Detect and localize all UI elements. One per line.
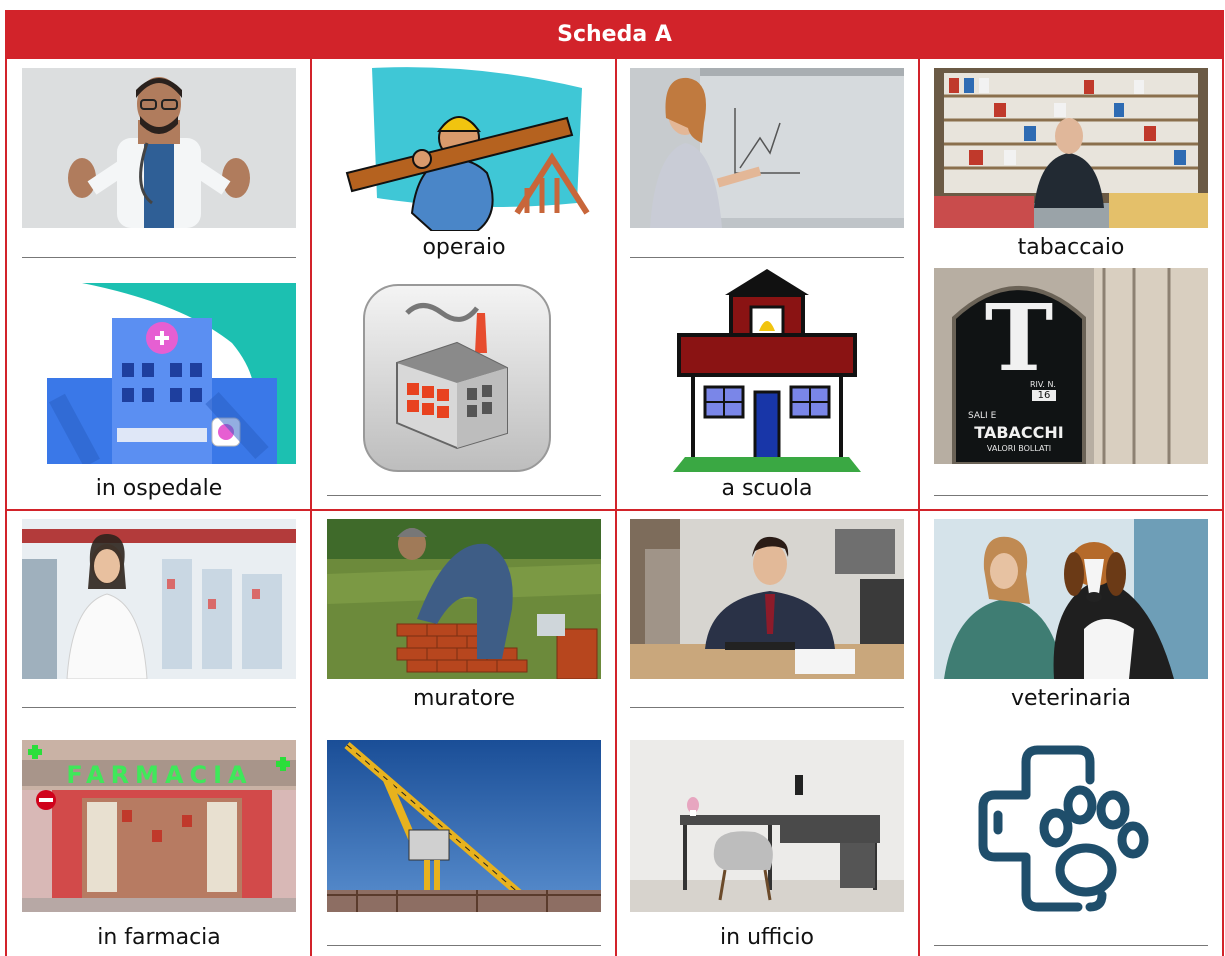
sign-valori: VALORI BOLLATI — [986, 444, 1052, 453]
grid-divider-1 — [310, 59, 312, 956]
grid-border-right — [1222, 59, 1224, 956]
pharmacist-photo — [22, 519, 296, 679]
answer-line — [934, 495, 1208, 496]
answer-line — [22, 707, 296, 708]
office-room-photo — [630, 740, 904, 912]
hospital-clipart — [22, 283, 296, 464]
worksheet: Scheda A operaio tabaccaio in ospedale a… — [5, 10, 1225, 956]
crane-photo — [327, 740, 601, 912]
caption-operaio: operaio — [422, 235, 506, 260]
answer-line — [630, 707, 904, 708]
sheet-header: Scheda A — [5, 10, 1224, 59]
caption-farmacia: in farmacia — [97, 925, 221, 950]
bricklayer-photo — [327, 519, 601, 679]
sign-tabacchi: TABACCHI — [974, 423, 1064, 442]
office-worker-photo — [630, 519, 904, 679]
factory-icon — [362, 283, 552, 473]
sheet-title: Scheda A — [557, 22, 672, 47]
answer-line — [327, 495, 601, 496]
pharmacy-storefront-photo: FARMACIA — [22, 740, 296, 912]
sign-riv-label: RIV. N. — [1030, 380, 1056, 389]
grid-divider-2 — [615, 59, 617, 956]
vet-cross-paw-icon — [968, 735, 1158, 925]
sign-sali: SALI E — [968, 411, 997, 421]
caption-muratore: muratore — [412, 686, 516, 711]
doctor-photo — [22, 68, 296, 228]
sign-letter: T — [984, 284, 1054, 392]
answer-line — [22, 257, 296, 258]
caption-tabaccaio: tabaccaio — [1017, 235, 1125, 260]
tobacconist-photo — [934, 68, 1208, 228]
vet-photo — [934, 519, 1208, 679]
answer-line — [934, 945, 1208, 946]
farmacia-sign: FARMACIA — [66, 761, 253, 789]
grid-border-left — [5, 59, 7, 956]
worker-clipart — [327, 63, 601, 231]
caption-ospedale: in ospedale — [95, 476, 223, 501]
tabacchi-sign-photo: T RIV. N. 16 SALI E TABACCHI VALORI BOLL… — [934, 268, 1208, 464]
matching-grid: operaio tabaccaio in ospedale a scuola T… — [5, 59, 1224, 956]
answer-line — [327, 945, 601, 946]
caption-ufficio: in ufficio — [720, 925, 814, 950]
answer-line — [630, 257, 904, 258]
teacher-photo — [630, 68, 904, 228]
school-clipart — [669, 267, 865, 472]
grid-divider-3 — [918, 59, 920, 956]
grid-row-divider — [5, 509, 1224, 511]
caption-veterinaria: veterinaria — [1011, 686, 1131, 711]
sign-riv-number: 16 — [1032, 390, 1056, 401]
caption-scuola: a scuola — [721, 476, 813, 501]
